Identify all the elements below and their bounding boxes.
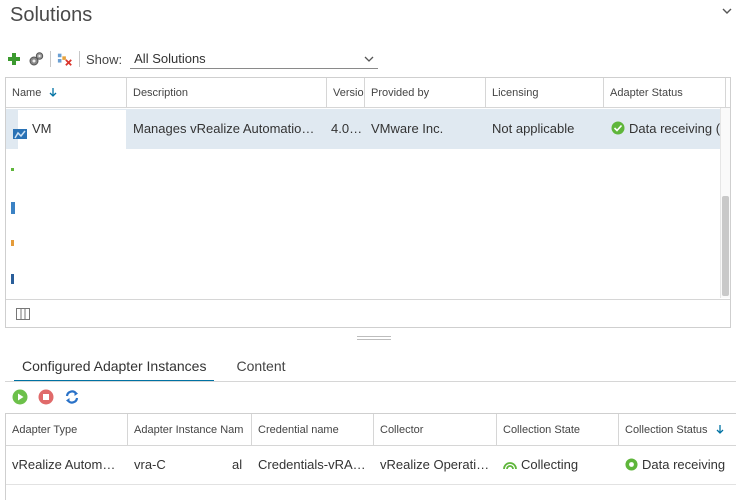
instance-name-suffix: al <box>232 457 243 472</box>
status-ok-icon <box>611 121 625 135</box>
column-header-collection-state[interactable]: Collection State <box>497 414 619 446</box>
scrollbar-thumb[interactable] <box>722 196 729 296</box>
column-header-adapter-type[interactable]: Adapter Type <box>6 414 128 446</box>
refresh-icon[interactable] <box>64 389 80 405</box>
adapter-instances-grid: Adapter Type Adapter Instance Nam Creden… <box>5 413 736 500</box>
column-header-credential-name[interactable]: Credential name <box>252 414 374 446</box>
column-header-adapter-status[interactable]: Adapter Status <box>604 78 726 108</box>
add-icon[interactable] <box>6 51 22 67</box>
column-header-description[interactable]: Description <box>127 78 327 108</box>
column-header-licensing[interactable]: Licensing <box>486 78 604 108</box>
solution-description: Manages vRealize Automatio… <box>133 121 315 136</box>
row-marker-icon <box>11 202 15 214</box>
instances-toolbar <box>12 388 80 406</box>
sort-descending-icon <box>716 425 724 434</box>
toolbar-divider <box>79 51 80 67</box>
start-collecting-icon[interactable] <box>12 389 28 405</box>
show-label: Show: <box>86 51 123 67</box>
column-header-name[interactable]: Name <box>6 78 127 108</box>
row-marker-icon <box>11 168 14 171</box>
vmware-solution-icon <box>12 119 28 139</box>
column-toggle-icon[interactable] <box>16 308 30 320</box>
column-header-provided-by[interactable]: Provided by <box>365 78 486 108</box>
solution-version: 4.0… <box>331 121 363 136</box>
instance-adapter-type: vRealize Autom… <box>12 457 116 472</box>
collecting-icon <box>503 462 517 470</box>
solutions-toolbar: Show: All Solutions <box>6 48 726 70</box>
tab-content[interactable]: Content <box>228 354 293 382</box>
show-filter-select[interactable]: All Solutions <box>130 49 379 69</box>
vertical-scrollbar[interactable] <box>720 108 730 298</box>
grid-header: Name Description Versio Provided by Lice… <box>6 78 730 108</box>
configure-icon[interactable] <box>28 51 44 67</box>
toolbar-divider <box>50 51 51 67</box>
remove-solution-icon[interactable] <box>57 51 73 67</box>
chevron-down-icon[interactable] <box>722 6 732 16</box>
pane-splitter[interactable] <box>357 336 391 342</box>
instance-collection-state: Collecting <box>497 447 619 483</box>
show-filter-value: All Solutions <box>134 51 206 66</box>
status-ok-icon <box>625 458 638 471</box>
row-marker-icon <box>11 240 14 246</box>
instance-collector: vRealize Operati… <box>380 457 490 472</box>
instance-credential: Credentials-vRA… <box>258 457 366 472</box>
solutions-grid: Name Description Versio Provided by Lice… <box>5 77 731 328</box>
chevron-down-icon <box>364 56 374 62</box>
sort-descending-icon <box>49 88 57 97</box>
page-title: Solutions <box>10 4 93 26</box>
column-header-collection-status[interactable]: Collection Status <box>619 414 736 446</box>
grid-footer <box>6 299 730 327</box>
row-marker-icon <box>11 274 14 284</box>
row-divider <box>6 484 736 485</box>
solution-provider: VMware Inc. <box>371 121 444 136</box>
solution-licensing: Not applicable <box>492 121 575 136</box>
column-header-version[interactable]: Versio <box>327 78 365 108</box>
detail-tabs: Configured Adapter Instances Content <box>14 354 308 382</box>
solution-name: VM <box>32 121 52 136</box>
stop-collecting-icon[interactable] <box>38 389 54 405</box>
tab-configured-adapter-instances[interactable]: Configured Adapter Instances <box>14 354 215 382</box>
solution-adapter-status: Data receiving ( <box>611 109 726 149</box>
instance-name: vra-C <box>134 457 166 472</box>
column-header-collector[interactable]: Collector <box>374 414 497 446</box>
tabs-divider <box>5 381 736 382</box>
column-header-adapter-instance-name[interactable]: Adapter Instance Nam <box>128 414 252 446</box>
grid-header: Adapter Type Adapter Instance Nam Creden… <box>6 414 736 446</box>
instance-collection-status: Data receiving <box>619 447 736 483</box>
